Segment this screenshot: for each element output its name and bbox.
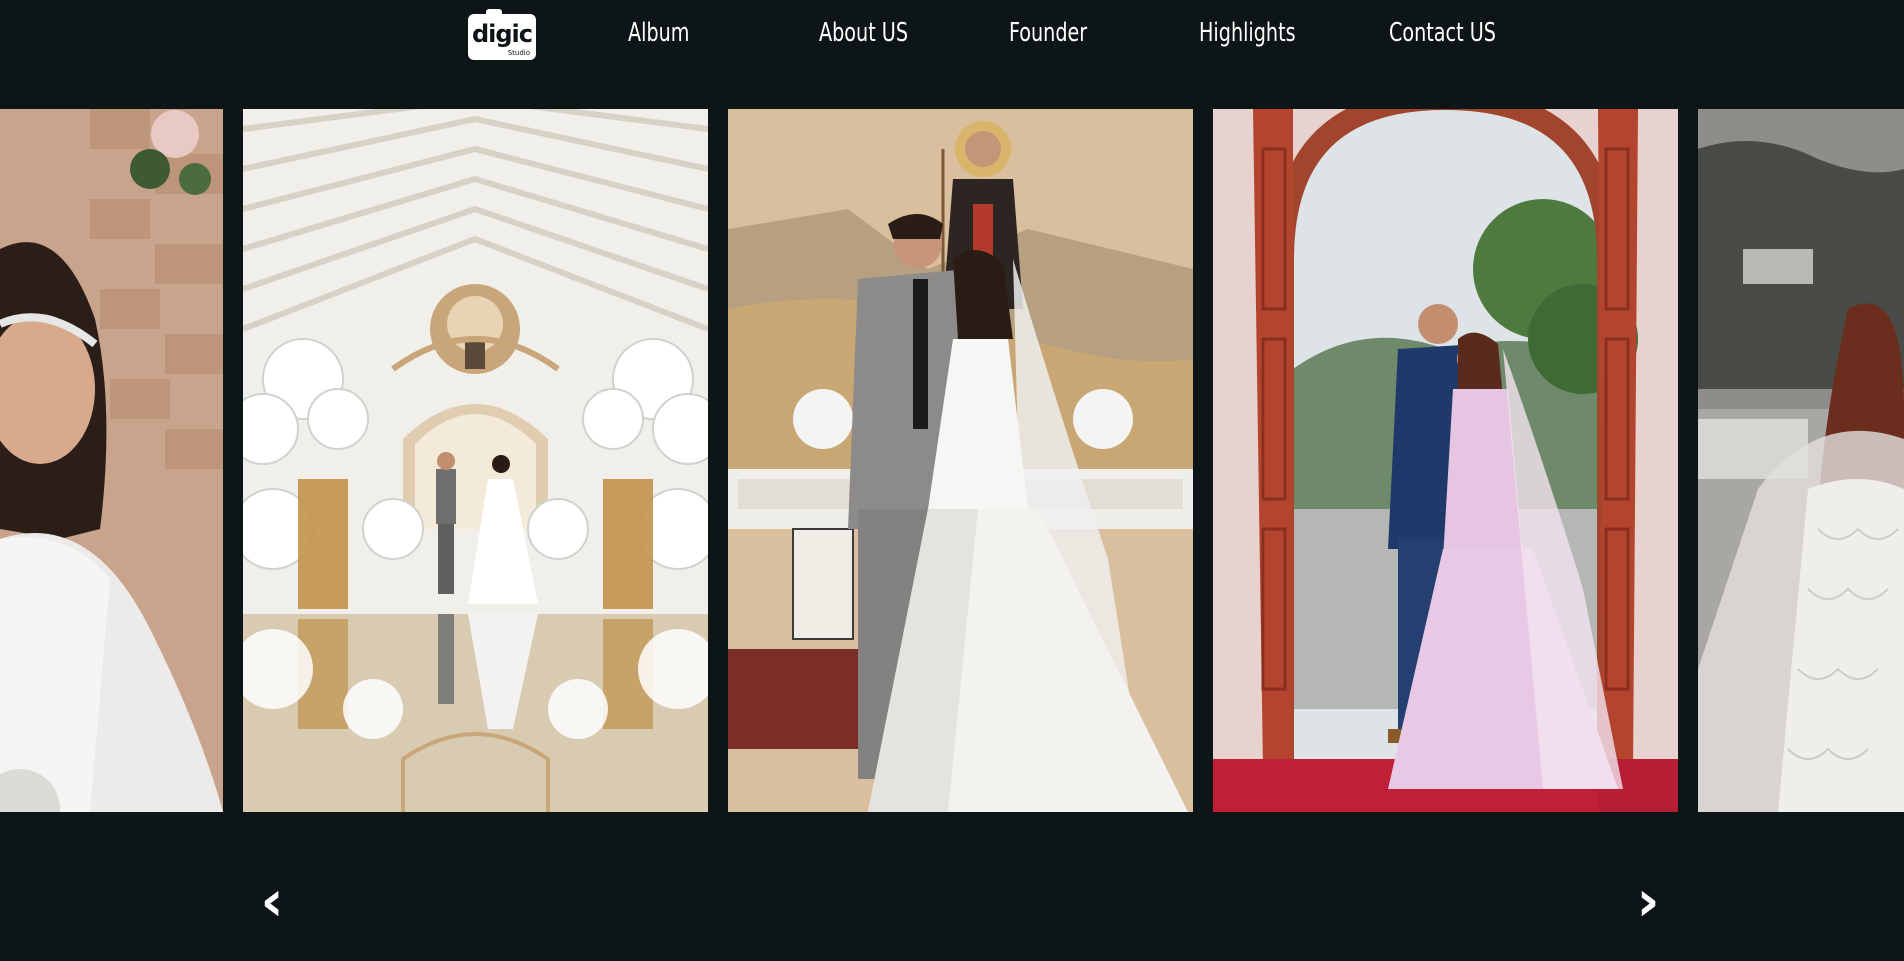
page: digic Studio Album About US Founder High… xyxy=(0,0,1904,961)
carousel-slide-2[interactable] xyxy=(243,109,708,812)
church-doorway-image xyxy=(1213,109,1678,812)
brand-logo[interactable]: digic Studio xyxy=(468,9,536,60)
bride-outdoor-image xyxy=(1698,109,1904,812)
chevron-right-icon[interactable]: › xyxy=(1628,872,1668,932)
chevron-left-icon[interactable]: ‹ xyxy=(252,872,292,932)
logo-wordmark: digic xyxy=(471,20,533,48)
nav-about-us[interactable]: About US xyxy=(819,14,908,52)
couple-at-altar-image xyxy=(728,109,1193,812)
nav-founder[interactable]: Founder xyxy=(1009,14,1087,52)
logo-camera-knob xyxy=(486,9,502,17)
carousel-slide-4[interactable] xyxy=(1213,109,1678,812)
nav-album[interactable]: Album xyxy=(628,14,689,52)
logo-subtext: Studio xyxy=(507,49,530,57)
carousel-slide-3[interactable] xyxy=(728,109,1193,812)
carousel-slide-1[interactable] xyxy=(0,109,223,812)
church-altar-image xyxy=(243,109,708,812)
nav-contact-us[interactable]: Contact US xyxy=(1389,14,1496,52)
bride-portrait-image xyxy=(0,109,223,812)
carousel-slide-5[interactable] xyxy=(1698,109,1904,812)
nav-highlights[interactable]: Highlights xyxy=(1199,14,1296,52)
